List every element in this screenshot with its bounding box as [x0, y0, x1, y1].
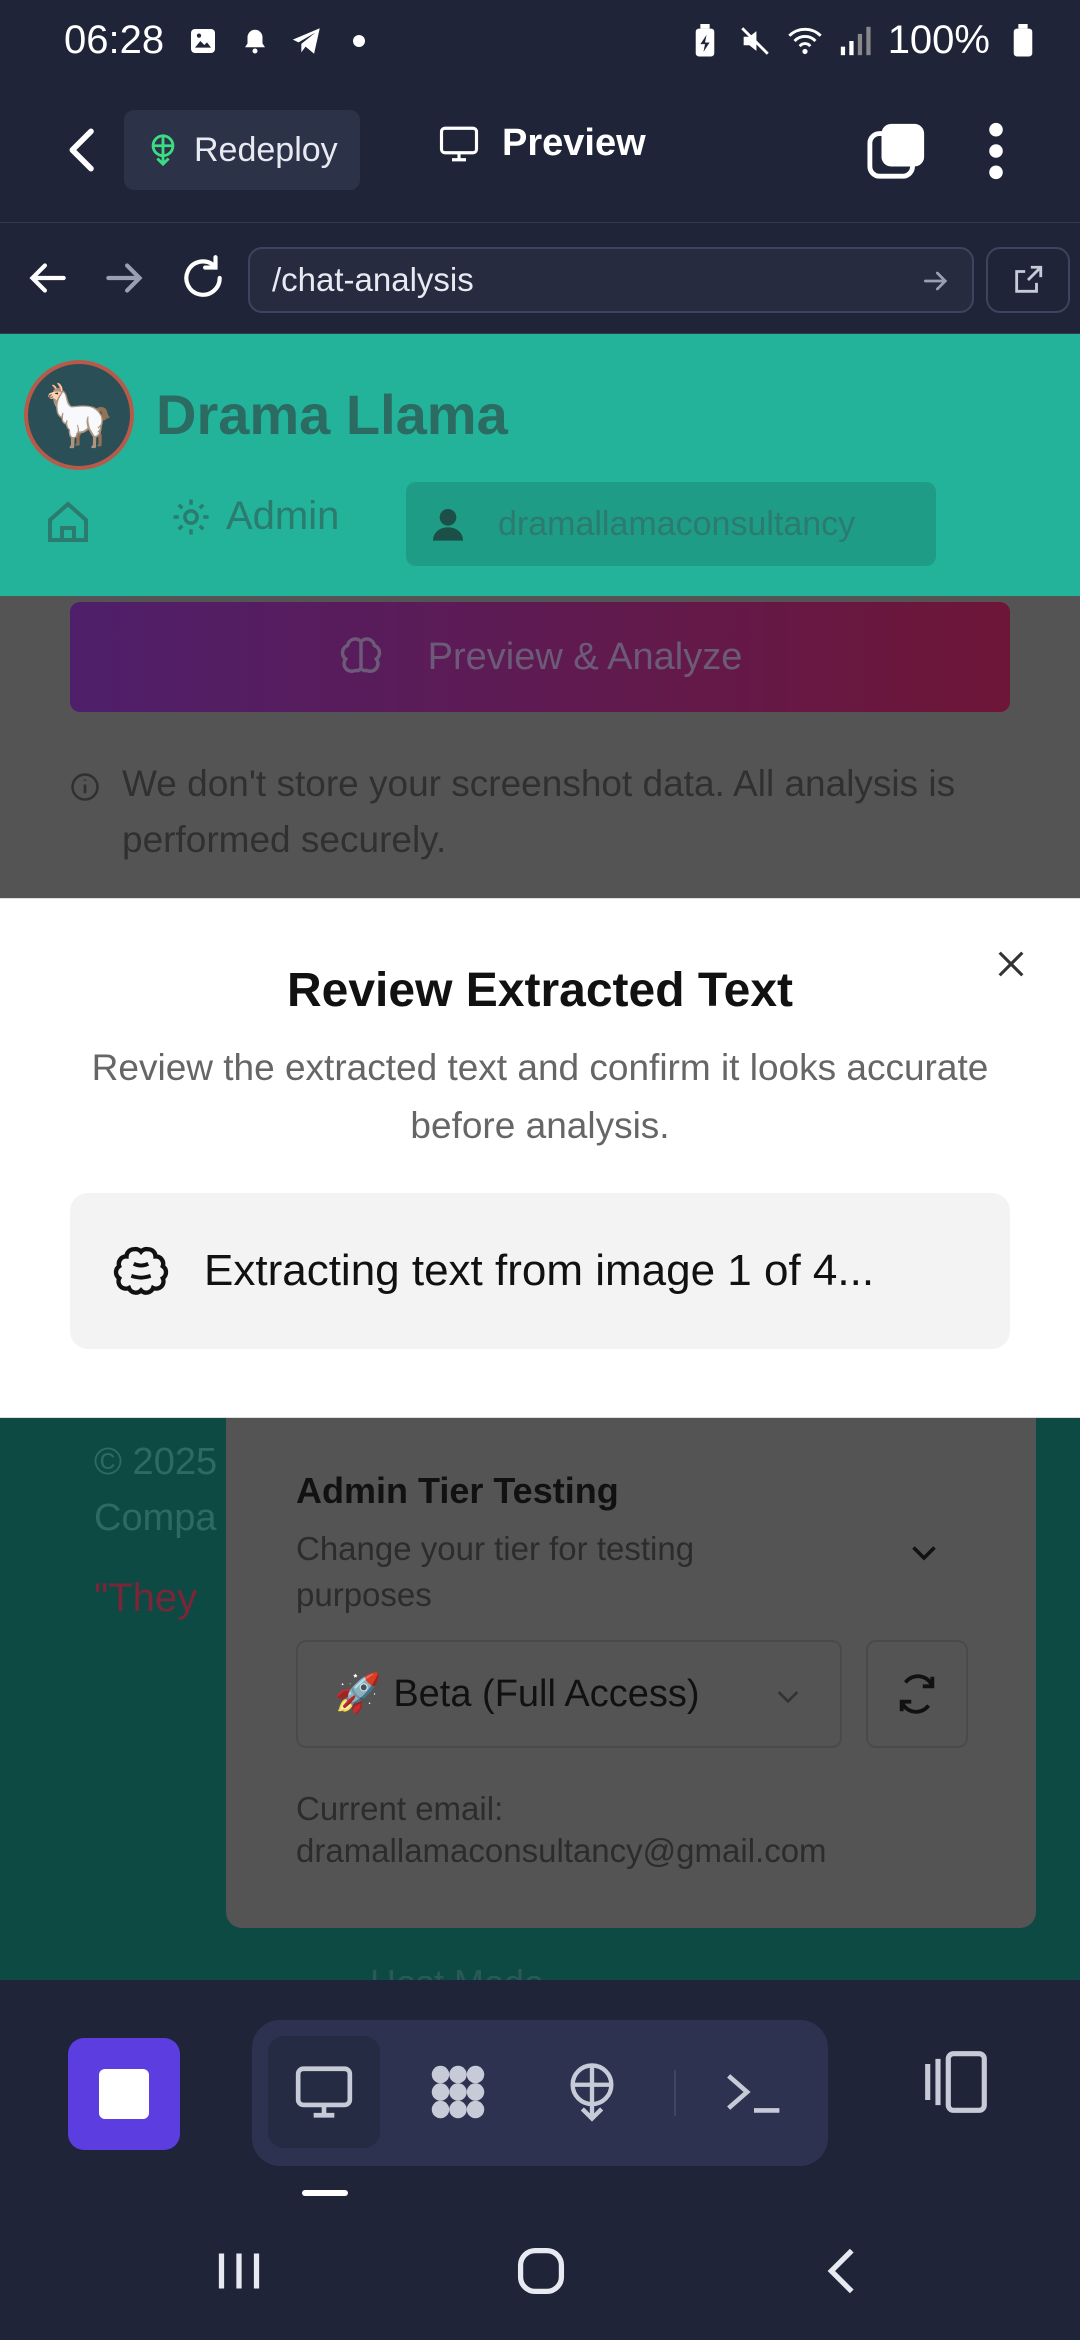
dialog-description: Review the extracted text and confirm it…: [91, 1047, 989, 1146]
stop-button[interactable]: [68, 2038, 180, 2150]
site-header: 🦙 Drama Llama Admin dramallamaconsultanc…: [0, 334, 1080, 596]
tier-value: Beta (Full Access): [393, 1672, 700, 1715]
stop-icon: [99, 2069, 149, 2119]
admin-panel-subtitle: Change your tier for testing purposes: [296, 1530, 695, 1613]
nav-admin-link[interactable]: Admin: [170, 494, 339, 539]
chevron-down-icon[interactable]: [906, 1534, 942, 1570]
refresh-icon: [899, 1674, 935, 1714]
analyze-label: Preview & Analyze: [427, 635, 743, 678]
url-text: /chat-analysis: [272, 261, 474, 298]
browser-forward-icon[interactable]: [100, 253, 150, 303]
tool-switcher: [252, 2020, 828, 2166]
telegram-icon: [290, 24, 324, 58]
bottom-dock: [0, 1980, 1080, 2200]
mute-icon: [738, 24, 772, 58]
rocket-icon: 🚀: [334, 1673, 382, 1715]
info-icon: [71, 773, 99, 801]
privacy-note: We don't store your screenshot data. All…: [70, 756, 970, 868]
admin-tier-panel: Admin Tier Testing Change your tier for …: [226, 1418, 1036, 1928]
select-chevron-icon: [777, 1691, 799, 1704]
email-label: Current email:: [296, 1790, 504, 1827]
wifi-icon: [787, 24, 822, 58]
more-options-icon[interactable]: [984, 120, 1008, 182]
redeploy-button[interactable]: Redeploy: [124, 110, 360, 190]
review-extracted-text-dialog: Review Extracted Text Review the extract…: [0, 898, 1080, 1418]
deploy-icon: [151, 134, 175, 167]
apps-tool-icon[interactable]: [402, 2036, 514, 2148]
app-bar: Redeploy Preview: [0, 84, 1080, 220]
active-tool-indicator: [302, 2190, 348, 2196]
partial-footer-text: Host Mode: [370, 1962, 544, 1980]
nav-user-badge[interactable]: dramallamaconsultancy: [406, 482, 936, 566]
dialog-title: Review Extracted Text: [287, 964, 793, 1017]
brain-icon: [113, 1246, 169, 1295]
back-icon[interactable]: [56, 122, 112, 178]
battery-saver-icon: [688, 23, 722, 58]
dot-icon: [342, 24, 376, 58]
privacy-text: We don't store your screenshot data. All…: [122, 763, 956, 860]
extraction-status-text: Extracting text from image 1 of 4...: [204, 1246, 875, 1295]
open-external-button[interactable]: [986, 247, 1070, 313]
deploy-tool-icon[interactable]: [536, 2036, 648, 2148]
gear-icon: [173, 499, 209, 534]
tabs-icon[interactable]: [866, 120, 928, 182]
preview-tab[interactable]: Preview: [438, 122, 646, 165]
nav-admin-label: Admin: [226, 494, 340, 538]
status-bar: 06:28 100%: [0, 0, 1080, 84]
user-icon: [433, 509, 463, 541]
brain-icon: [340, 637, 381, 673]
copyright-text: © 2025 Compa: [94, 1441, 218, 1539]
monitor-icon: [439, 126, 479, 161]
refresh-tier-button[interactable]: [866, 1640, 968, 1748]
email-value: dramallamaconsultancy@gmail.com: [296, 1832, 827, 1869]
signal-icon: [838, 24, 872, 58]
tier-select[interactable]: 🚀 Beta (Full Access): [296, 1640, 842, 1748]
quote-text: "They: [94, 1576, 198, 1620]
url-input[interactable]: /chat-analysis: [248, 247, 974, 313]
terminal-tool-icon[interactable]: [698, 2036, 810, 2148]
browser-back-icon[interactable]: [22, 253, 72, 303]
image-icon: [186, 24, 220, 58]
battery-percent: 100%: [887, 18, 990, 62]
layout-toggle-icon[interactable]: [920, 2046, 992, 2118]
url-row: /chat-analysis: [0, 222, 1080, 334]
reload-icon[interactable]: [178, 253, 228, 303]
system-navigation-bar: [0, 2200, 1080, 2340]
home-button-icon[interactable]: [506, 2236, 576, 2306]
site-title: Drama Llama: [156, 383, 508, 446]
llama-logo: 🦙: [24, 360, 134, 470]
go-arrow-icon[interactable]: [920, 265, 952, 297]
extraction-status: Extracting text from image 1 of 4...: [70, 1193, 1010, 1349]
system-back-icon[interactable]: [808, 2236, 878, 2306]
home-icon[interactable]: [44, 498, 92, 546]
admin-panel-title: Admin Tier Testing: [296, 1470, 619, 1511]
recent-apps-icon[interactable]: [204, 2236, 274, 2306]
preview-analyze-button[interactable]: Preview & Analyze: [70, 602, 1010, 712]
bell-icon: [238, 24, 272, 58]
preview-label: Preview: [502, 122, 646, 164]
external-link-icon: [1015, 265, 1043, 293]
tool-divider: [674, 2070, 676, 2116]
preview-tool-icon[interactable]: [268, 2036, 380, 2148]
status-time: 06:28: [64, 18, 165, 62]
redeploy-label: Redeploy: [194, 130, 338, 169]
nav-user-label: dramallamaconsultancy: [498, 504, 856, 543]
battery-icon: [1006, 23, 1040, 58]
